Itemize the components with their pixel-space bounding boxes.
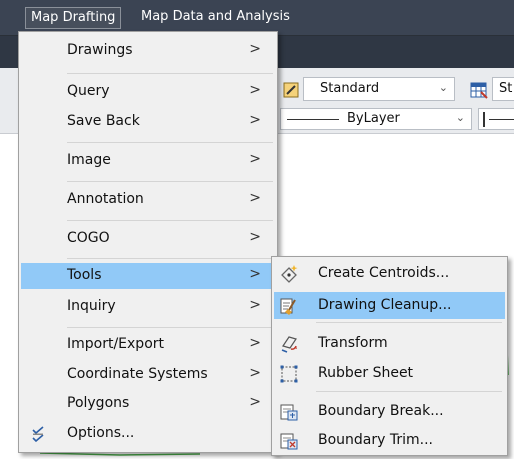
submenu-item-label: Drawing Cleanup... (318, 297, 452, 313)
menu-item-label: Coordinate Systems (67, 366, 208, 382)
table-style-value: St (499, 81, 513, 96)
chevron-right-icon: > (249, 365, 261, 381)
text-style-value: Standard (320, 81, 380, 96)
chevron-down-icon: ⌄ (455, 111, 465, 124)
menu-separator (67, 258, 273, 259)
menu-item-drawings[interactable]: Drawings > (21, 38, 275, 64)
transform-icon (281, 336, 297, 353)
autocad-map-window: Map Drafting Map Data and Analysis Stand… (0, 0, 514, 459)
submenu-item-boundary-trim[interactable]: Boundary Trim... (274, 427, 505, 454)
rubber-sheet-icon (280, 365, 298, 383)
chevron-right-icon: > (249, 82, 261, 98)
chevron-right-icon: > (249, 266, 261, 282)
menu-separator (67, 220, 273, 221)
menu-item-label: Tools (67, 267, 102, 283)
chevron-right-icon: > (249, 151, 261, 167)
menubar-item-map-data-analysis[interactable]: Map Data and Analysis (136, 7, 295, 29)
boundary-break-icon (280, 404, 298, 421)
menu-item-tools[interactable]: Tools > (21, 263, 275, 289)
submenu-separator (316, 322, 502, 323)
menu-item-annotation[interactable]: Annotation > (21, 187, 275, 213)
tools-submenu: Create Centroids... Drawing Cleanup... T… (271, 256, 508, 456)
menu-item-query[interactable]: Query > (21, 79, 275, 105)
menu-item-label: Annotation (67, 191, 144, 207)
submenu-item-boundary-break[interactable]: Boundary Break... (274, 398, 505, 425)
menu-item-label: Drawings (67, 42, 133, 58)
submenu-item-label: Rubber Sheet (318, 365, 414, 381)
submenu-item-create-centroids[interactable]: Create Centroids... (274, 260, 505, 287)
submenu-item-label: Transform (318, 335, 388, 351)
menu-separator (67, 73, 273, 74)
chevron-right-icon: > (249, 41, 261, 57)
table-style-icon[interactable] (470, 81, 488, 99)
menu-item-inquiry[interactable]: Inquiry > (21, 294, 275, 320)
lineweight-preview (483, 112, 485, 127)
submenu-item-label: Boundary Trim... (318, 432, 434, 448)
submenu-item-transform[interactable]: Transform (274, 330, 505, 357)
options-check-icon (32, 426, 44, 442)
map-drafting-menu: Drawings > Query > Save Back > Image > A… (18, 31, 278, 453)
menu-item-label: Inquiry (67, 298, 116, 314)
chevron-right-icon: > (249, 112, 261, 128)
text-style-icon[interactable] (283, 81, 301, 99)
menu-item-import-export[interactable]: Import/Export > (21, 332, 275, 358)
text-style-combo[interactable]: Standard ⌄ (303, 77, 455, 101)
linetype-preview-line (287, 119, 339, 120)
menu-item-label: COGO (67, 230, 110, 246)
menu-separator (67, 181, 273, 182)
menu-separator (67, 142, 273, 143)
chevron-right-icon: > (249, 394, 261, 410)
chevron-right-icon: > (249, 335, 261, 351)
lineweight-line (489, 119, 514, 120)
submenu-separator (316, 391, 502, 392)
lineweight-combo[interactable] (478, 108, 514, 130)
menu-item-save-back[interactable]: Save Back > (21, 109, 275, 135)
submenu-item-rubber-sheet[interactable]: Rubber Sheet (274, 360, 505, 387)
menu-item-label: Import/Export (67, 336, 165, 352)
boundary-trim-icon (280, 433, 298, 450)
menu-item-polygons[interactable]: Polygons > (21, 391, 275, 417)
submenu-item-label: Create Centroids... (318, 265, 450, 281)
chevron-right-icon: > (249, 297, 261, 313)
linetype-combo[interactable]: ByLayer ⌄ (280, 108, 472, 130)
menu-item-coordinate-systems[interactable]: Coordinate Systems > (21, 362, 275, 388)
drawing-cleanup-icon (280, 298, 296, 315)
menu-item-label: Options... (67, 425, 135, 441)
menu-item-cogo[interactable]: COGO > (21, 226, 275, 252)
submenu-item-label: Boundary Break... (318, 403, 444, 419)
menu-separator (67, 327, 273, 328)
menu-item-label: Save Back (67, 113, 140, 129)
menubar-item-map-drafting[interactable]: Map Drafting (25, 7, 122, 29)
menu-item-options[interactable]: Options... (21, 421, 275, 447)
linetype-value: ByLayer (347, 111, 400, 126)
table-style-combo[interactable]: St (492, 77, 514, 101)
chevron-down-icon: ⌄ (438, 81, 448, 94)
create-centroids-icon (281, 265, 298, 283)
chevron-right-icon: > (249, 190, 261, 206)
menu-item-label: Image (67, 152, 111, 168)
menu-item-image[interactable]: Image > (21, 148, 275, 174)
menu-item-label: Polygons (67, 395, 130, 411)
menu-item-label: Query (67, 83, 110, 99)
chevron-right-icon: > (249, 229, 261, 245)
submenu-item-drawing-cleanup[interactable]: Drawing Cleanup... (274, 292, 505, 319)
drawing-green-line (39, 452, 201, 456)
